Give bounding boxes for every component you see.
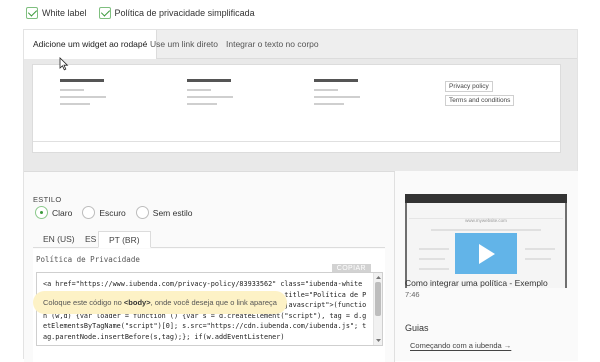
- website-mockup: Privacy policy Terms and conditions: [32, 64, 561, 153]
- simplified-policy-checkbox[interactable]: Política de privacidade simplificada: [98, 7, 255, 19]
- tab-footer-widget[interactable]: Adicione um widget ao rodapé: [24, 30, 158, 60]
- radio-label: Sem estilo: [152, 207, 193, 218]
- video-top-bar: [405, 194, 567, 203]
- style-radio-light[interactable]: Claro: [35, 206, 72, 219]
- style-radio-group: Claro Escuro Sem estilo: [35, 206, 192, 219]
- scrollbar-thumb[interactable]: [375, 282, 381, 316]
- style-column: ESTILO Claro Escuro Sem estilo EN (US) E…: [24, 172, 395, 362]
- video-thumbnail[interactable]: www.mywebsite.com: [405, 194, 567, 288]
- checkbox-checked-icon[interactable]: [98, 7, 111, 19]
- integration-tabs: Adicione um widget ao rodapé Use um link…: [24, 30, 577, 60]
- tip-tag: <body>: [123, 298, 151, 307]
- simplified-policy-text: Política de privacidade simplificada: [114, 8, 255, 18]
- video-title[interactable]: Como integrar uma política - Exemplo: [405, 278, 548, 288]
- tip-prefix: Coloque este código no: [43, 298, 124, 307]
- code-scrollbar[interactable]: [373, 273, 382, 345]
- radio-selected-icon[interactable]: [35, 206, 48, 219]
- scroll-up-arrow-icon[interactable]: [375, 274, 382, 281]
- guide-link-getting-started[interactable]: Começando com a iubenda →: [410, 341, 511, 350]
- style-radio-dark[interactable]: Escuro: [82, 206, 126, 219]
- tip-suffix: , onde você deseja que o link apareça: [150, 298, 277, 307]
- placement-tip: Coloque este código no <body>, onde você…: [33, 291, 287, 314]
- style-label: ESTILO: [33, 195, 62, 204]
- video-url-text: www.mywebsite.com: [465, 218, 507, 223]
- footer-preview: Privacy policy Terms and conditions: [24, 59, 577, 172]
- video-screen: www.mywebsite.com: [407, 202, 565, 288]
- mouse-cursor-icon: [59, 57, 69, 71]
- radio-empty-icon[interactable]: [82, 206, 96, 219]
- tab-lang-pt[interactable]: PT (BR): [98, 231, 151, 248]
- style-radio-none[interactable]: Sem estilo: [135, 206, 193, 219]
- options-row: White label Política de privacidade simp…: [26, 7, 255, 19]
- white-label-checkbox[interactable]: White label: [26, 7, 87, 19]
- radio-empty-icon[interactable]: [135, 206, 149, 219]
- privacy-policy-button: Privacy policy: [445, 81, 493, 92]
- language-tabs: EN (US) ES PT (BR): [33, 231, 385, 248]
- terms-button: Terms and conditions: [445, 95, 515, 106]
- play-icon[interactable]: [479, 244, 495, 264]
- radio-label: Escuro: [99, 207, 126, 218]
- checkbox-checked-icon[interactable]: [26, 7, 38, 19]
- video-duration: 7:46: [405, 290, 420, 299]
- tab-embed-text[interactable]: Integrar o texto no corpo: [217, 30, 328, 59]
- mock-column: [60, 79, 120, 110]
- tab-direct-link[interactable]: Use um link direto: [141, 30, 227, 59]
- mock-column: [187, 79, 247, 110]
- white-label-text: White label: [42, 8, 87, 18]
- mock-divider: [33, 141, 560, 142]
- mock-column: [314, 79, 374, 110]
- code-field-label: Política de Privacidade: [36, 255, 140, 264]
- guides-heading: Guias: [405, 323, 429, 333]
- radio-label: Claro: [52, 207, 73, 218]
- scroll-down-arrow-icon[interactable]: [375, 337, 382, 344]
